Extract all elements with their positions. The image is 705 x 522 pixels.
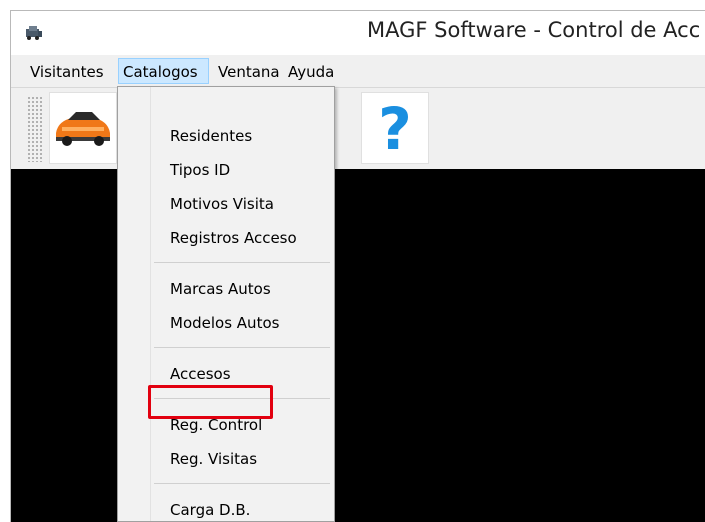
menu-bar: Visitantes Catalogos Ventana Ayuda (11, 55, 705, 87)
toolbar-grip[interactable] (27, 96, 43, 162)
title-bar: MAGF Software - Control de Acc (11, 11, 705, 55)
menu-item-motivos-visita[interactable]: Motivos Visita (170, 191, 274, 217)
menu-catalogos[interactable]: Catalogos (123, 61, 198, 83)
app-icon (24, 24, 44, 40)
menu-separator (154, 347, 330, 348)
reg-control-highlight (148, 385, 273, 419)
car-icon (50, 112, 116, 167)
menu-ayuda[interactable]: Ayuda (288, 61, 334, 83)
help-button[interactable]: ? (361, 92, 429, 164)
menu-item-residentes[interactable]: Residentes (170, 123, 252, 149)
menu-separator (154, 483, 330, 484)
app-window: MAGF Software - Control de Acc Visitante… (10, 10, 705, 522)
menu-visitantes[interactable]: Visitantes (30, 61, 104, 83)
menu-item-modelos-autos[interactable]: Modelos Autos (170, 310, 279, 336)
toolbar: ? (11, 87, 705, 169)
mdi-workspace (11, 169, 705, 522)
catalogos-dropdown: Residentes Tipos ID Motivos Visita Regis… (117, 86, 335, 522)
menu-icon-gutter (150, 87, 151, 521)
window-title: MAGF Software - Control de Acc (367, 18, 701, 42)
menu-item-reg-visitas[interactable]: Reg. Visitas (170, 446, 257, 472)
menu-item-accesos[interactable]: Accesos (170, 361, 231, 387)
menu-item-registros-acceso[interactable]: Registros Acceso (170, 225, 297, 251)
menu-item-tipos-id[interactable]: Tipos ID (170, 157, 230, 183)
help-glyph: ? (378, 95, 412, 163)
menu-item-marcas-autos[interactable]: Marcas Autos (170, 276, 271, 302)
car-button[interactable] (49, 92, 117, 164)
menu-item-carga-db[interactable]: Carga D.B. (170, 497, 250, 522)
menu-ventana[interactable]: Ventana (218, 61, 280, 83)
menu-separator (154, 262, 330, 263)
help-icon: ? (362, 95, 428, 167)
